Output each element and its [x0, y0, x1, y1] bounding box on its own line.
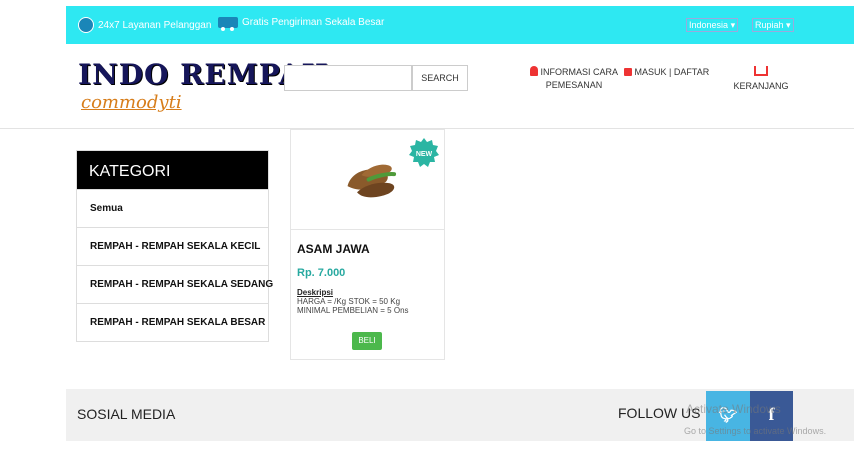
- category-item-kecil[interactable]: REMPAH - REMPAH SEKALA KECIL: [77, 227, 268, 265]
- currency-select[interactable]: Rupiah ▾: [752, 18, 794, 32]
- chevron-down-icon: ▾: [786, 20, 791, 30]
- language-select[interactable]: Indonesia ▾: [686, 18, 739, 32]
- description-title: Deskripsi: [297, 288, 334, 297]
- search-button[interactable]: SEARCH: [412, 65, 468, 91]
- activation-watermark-sub: Go to Settings to activate Windows.: [684, 426, 827, 436]
- category-title: KATEGORI: [77, 151, 268, 189]
- shipping-info: Gratis Pengiriman Sekala Besar: [218, 17, 385, 31]
- order-info-link[interactable]: INFORMASI CARA PEMESANAN: [526, 66, 622, 92]
- support-info: 24x7 Layanan Pelanggan: [78, 17, 211, 33]
- cart-icon: [754, 66, 768, 76]
- lock-icon: [624, 68, 632, 76]
- product-card: NEW ASAM JAWA Rp. 7.000 Deskripsi HARGA …: [290, 129, 445, 360]
- category-item-besar[interactable]: REMPAH - REMPAH SEKALA BESAR: [77, 303, 268, 341]
- activation-watermark: Activate Windows: [686, 402, 781, 416]
- new-badge: NEW: [409, 138, 439, 167]
- shipping-text: Gratis Pengiriman Sekala Besar: [242, 17, 385, 28]
- product-price: Rp. 7.000: [297, 267, 346, 279]
- product-image[interactable]: NEW: [291, 130, 444, 230]
- customer-service-icon: [78, 17, 94, 33]
- category-item-semua[interactable]: Semua: [77, 189, 268, 227]
- product-name[interactable]: ASAM JAWA: [297, 242, 370, 256]
- truck-icon: [218, 17, 238, 31]
- support-text: 24x7 Layanan Pelanggan: [98, 19, 212, 31]
- search-input[interactable]: [284, 65, 412, 91]
- svg-text:NEW: NEW: [416, 151, 433, 158]
- chevron-down-icon: ▾: [730, 20, 736, 30]
- social-media-title: SOSIAL MEDIA: [77, 406, 176, 422]
- description-line: MINIMAL PEMBELIAN = 5 Ons: [297, 306, 409, 315]
- description-line: HARGA = /Kg STOK = 50 Kg: [297, 297, 401, 306]
- category-item-sedang[interactable]: REMPAH - REMPAH SEKALA SEDANG: [77, 265, 273, 303]
- logo-subtitle[interactable]: commodyti: [81, 92, 182, 113]
- top-bar: 24x7 Layanan Pelanggan Gratis Pengiriman…: [66, 6, 854, 44]
- cart-link[interactable]: KERANJANG: [726, 66, 796, 93]
- login-link[interactable]: MASUK | DAFTAR: [624, 66, 728, 79]
- buy-button[interactable]: BELI: [352, 332, 382, 350]
- category-panel: KATEGORI Semua REMPAH - REMPAH SEKALA KE…: [76, 150, 273, 342]
- person-icon: [529, 66, 538, 76]
